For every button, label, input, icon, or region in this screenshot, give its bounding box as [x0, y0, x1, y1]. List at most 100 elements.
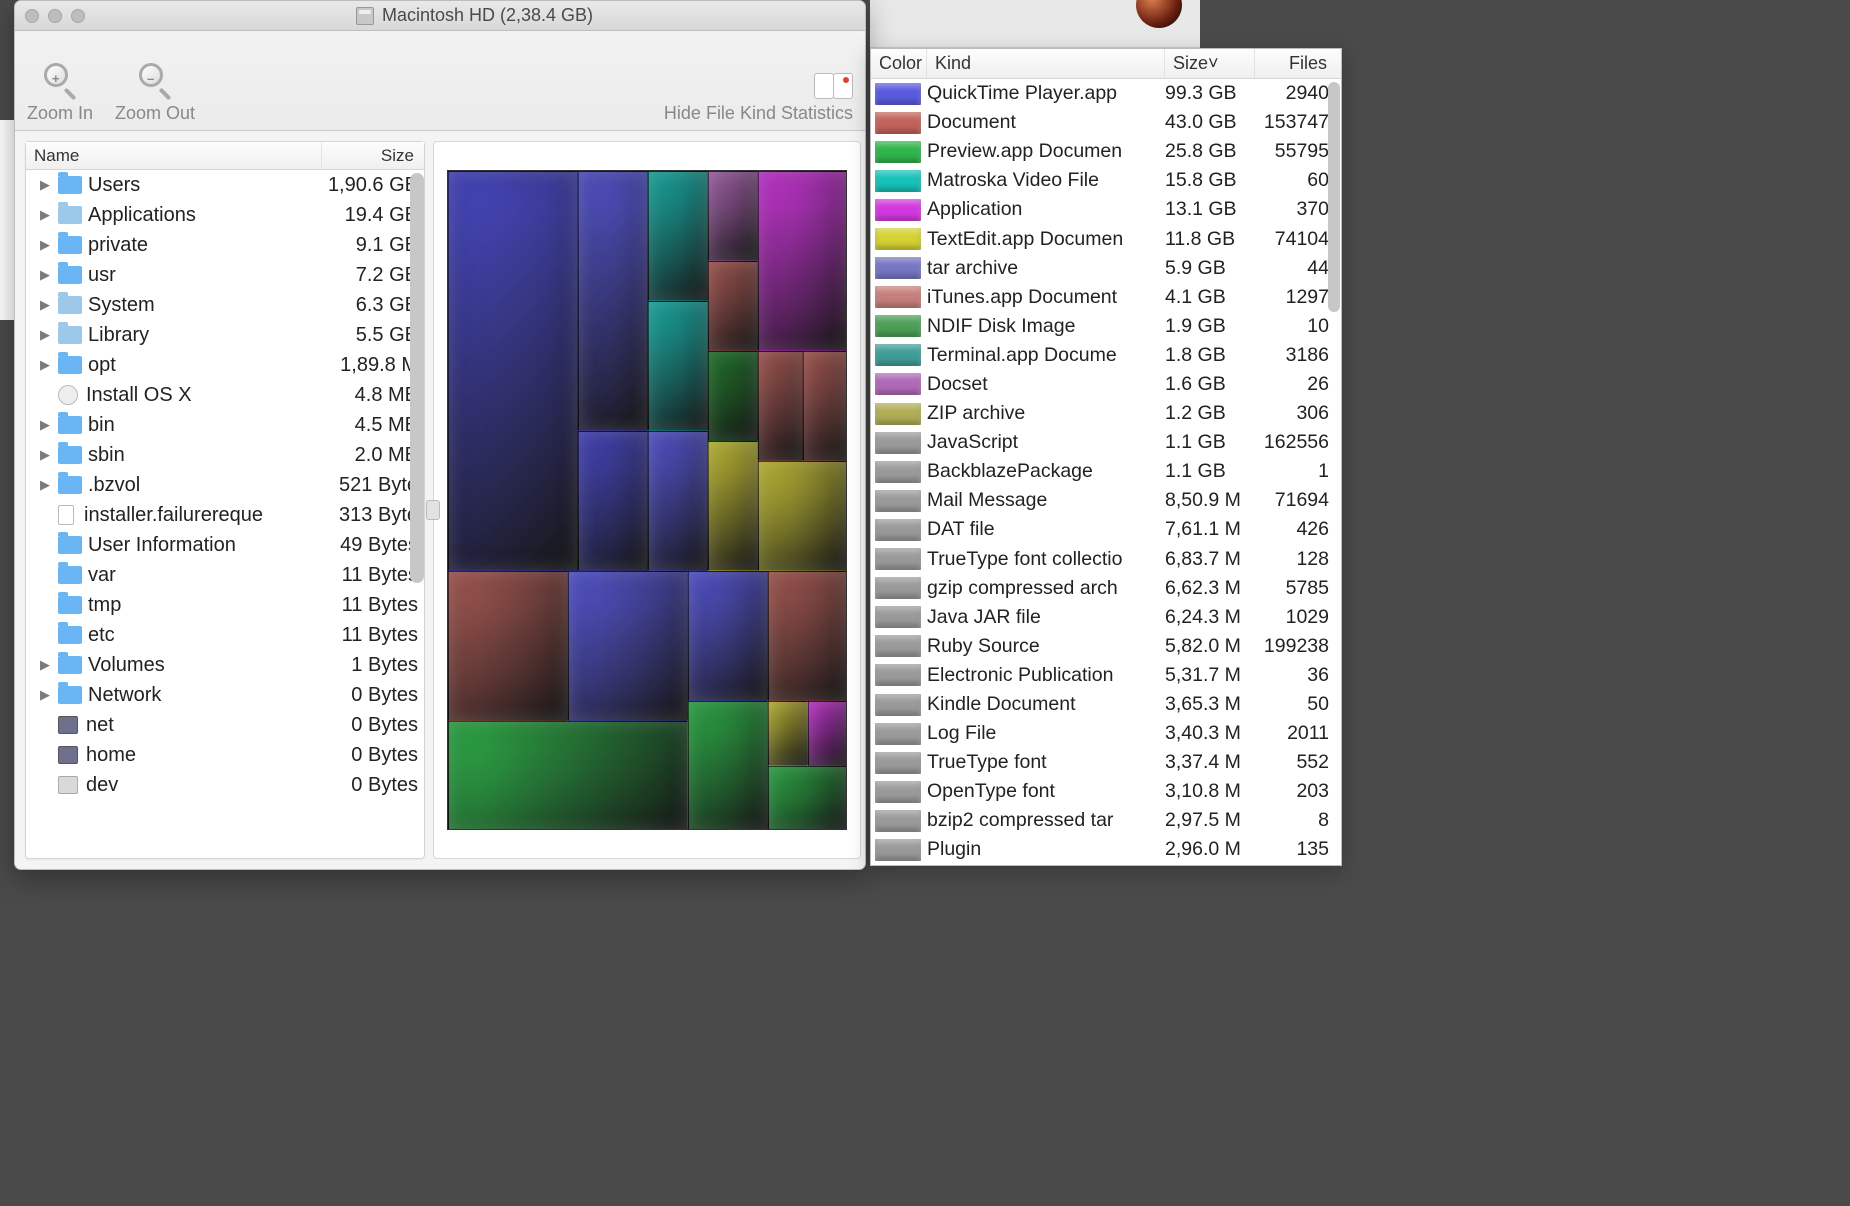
file-row[interactable]: tmp11 Bytes	[26, 590, 424, 620]
treemap-block[interactable]	[568, 571, 688, 721]
treemap-block[interactable]	[578, 171, 648, 431]
stats-columns-header[interactable]: Color Kind Size˅ Files	[871, 49, 1341, 79]
file-row[interactable]: ▶bin4.5 MB	[26, 410, 424, 440]
treemap-block[interactable]	[758, 351, 803, 461]
stats-row[interactable]: NDIF Disk Image1.9 GB10	[871, 312, 1341, 341]
treemap-block[interactable]	[648, 301, 708, 431]
treemap-block[interactable]	[688, 701, 768, 830]
treemap-block[interactable]	[448, 171, 578, 571]
treemap-block[interactable]	[708, 261, 758, 351]
stats-row[interactable]: Plugin2,96.0 M135	[871, 835, 1341, 864]
file-row[interactable]: ▶Users1,90.6 GB	[26, 170, 424, 200]
file-row[interactable]: ▶Library5.5 GB	[26, 320, 424, 350]
disclosure-triangle-icon[interactable]: ▶	[38, 297, 52, 313]
stats-row[interactable]: Java JAR file6,24.3 M1029	[871, 603, 1341, 632]
file-row[interactable]: ▶sbin2.0 MB	[26, 440, 424, 470]
stats-row[interactable]: Mail Message8,50.9 M71694	[871, 486, 1341, 515]
file-row[interactable]: ▶opt1,89.8 M	[26, 350, 424, 380]
treemap-block[interactable]	[448, 721, 688, 830]
disclosure-triangle-icon[interactable]: ▶	[38, 477, 52, 493]
treemap-block[interactable]	[578, 431, 648, 571]
disclosure-triangle-icon[interactable]: ▶	[38, 417, 52, 433]
minimize-traffic-light[interactable]	[48, 9, 62, 23]
treemap-block[interactable]	[648, 431, 708, 571]
disclosure-triangle-icon[interactable]: ▶	[38, 357, 52, 373]
treemap-block[interactable]	[448, 571, 568, 721]
stats-row[interactable]: Kindle Document3,65.3 M50	[871, 690, 1341, 719]
hide-statistics-button[interactable]: Hide File Kind Statistics	[664, 73, 853, 124]
stats-row[interactable]: Application13.1 GB370	[871, 195, 1341, 224]
file-columns-header[interactable]: Name Size	[26, 142, 424, 170]
stats-row[interactable]: Document43.0 GB153747	[871, 108, 1341, 137]
stats-row[interactable]: tar archive5.9 GB44	[871, 254, 1341, 283]
disclosure-triangle-icon[interactable]: ▶	[38, 237, 52, 253]
stats-row[interactable]: gzip compressed arch6,62.3 M5785	[871, 574, 1341, 603]
file-row[interactable]: Install OS X4.8 MB	[26, 380, 424, 410]
stats-row[interactable]: Log File3,40.3 M2011	[871, 719, 1341, 748]
file-row[interactable]: dev0 Bytes	[26, 770, 424, 800]
stats-row[interactable]: Preview.app Documen25.8 GB55795	[871, 137, 1341, 166]
column-color[interactable]: Color	[871, 49, 927, 78]
stats-row[interactable]: JavaScript1.1 GB162556	[871, 428, 1341, 457]
zoom-traffic-light[interactable]	[71, 9, 85, 23]
zoom-in-button[interactable]: + Zoom In	[27, 59, 93, 124]
file-row[interactable]: var11 Bytes	[26, 560, 424, 590]
column-kind[interactable]: Kind	[927, 49, 1165, 78]
file-row[interactable]: User Information49 Bytes	[26, 530, 424, 560]
stats-row[interactable]: DAT file7,61.1 M426	[871, 515, 1341, 544]
column-size[interactable]: Size	[322, 142, 424, 169]
stats-row[interactable]: Terminal.app Docume1.8 GB3186	[871, 341, 1341, 370]
file-row[interactable]: net0 Bytes	[26, 710, 424, 740]
stats-row[interactable]: TrueType font3,37.4 M552	[871, 748, 1341, 777]
treemap-splitter-handle[interactable]	[426, 500, 440, 520]
stats-row[interactable]: Ruby Source5,82.0 M199238	[871, 632, 1341, 661]
scrollbar-thumb[interactable]	[410, 173, 424, 583]
column-name[interactable]: Name	[26, 142, 322, 169]
treemap-block[interactable]	[768, 766, 847, 830]
stats-row[interactable]: Electronic Publication5,31.7 M36	[871, 661, 1341, 690]
stats-row[interactable]: Matroska Video File15.8 GB60	[871, 166, 1341, 195]
file-row[interactable]: ▶System6.3 GB	[26, 290, 424, 320]
treemap-block[interactable]	[808, 701, 847, 766]
file-row[interactable]: etc11 Bytes	[26, 620, 424, 650]
disclosure-triangle-icon[interactable]: ▶	[38, 687, 52, 703]
disclosure-triangle-icon[interactable]: ▶	[38, 267, 52, 283]
treemap-block[interactable]	[708, 171, 758, 261]
treemap-block[interactable]	[708, 351, 758, 441]
file-row[interactable]: ▶.bzvol521 Byte	[26, 470, 424, 500]
disclosure-triangle-icon[interactable]: ▶	[38, 657, 52, 673]
treemap-block[interactable]	[768, 701, 808, 766]
treemap-block[interactable]	[803, 351, 847, 461]
file-list[interactable]: ▶Users1,90.6 GB▶Applications19.4 GB▶priv…	[26, 170, 424, 858]
file-row[interactable]: ▶usr7.2 GB	[26, 260, 424, 290]
treemap-block[interactable]	[758, 461, 847, 571]
treemap-block[interactable]	[688, 571, 768, 701]
disclosure-triangle-icon[interactable]: ▶	[38, 207, 52, 223]
stats-list[interactable]: QuickTime Player.app99.3 GB2940Document4…	[871, 79, 1341, 865]
stats-row[interactable]: bzip2 compressed tar2,97.5 M8	[871, 806, 1341, 835]
disclosure-triangle-icon[interactable]: ▶	[38, 447, 52, 463]
stats-row[interactable]: OpenType font3,10.8 M203	[871, 777, 1341, 806]
zoom-out-button[interactable]: – Zoom Out	[115, 59, 195, 124]
treemap-block[interactable]	[648, 171, 708, 301]
file-row[interactable]: home0 Bytes	[26, 740, 424, 770]
treemap-canvas[interactable]	[447, 170, 847, 830]
stats-row[interactable]: iTunes.app Document4.1 GB1297	[871, 283, 1341, 312]
stats-row[interactable]: QuickTime Player.app99.3 GB2940	[871, 79, 1341, 108]
treemap-block[interactable]	[758, 171, 847, 351]
treemap-block[interactable]	[708, 441, 758, 571]
file-row[interactable]: ▶Applications19.4 GB	[26, 200, 424, 230]
treemap-block[interactable]	[768, 571, 847, 701]
file-row[interactable]: ▶private9.1 GB	[26, 230, 424, 260]
column-size[interactable]: Size˅	[1165, 49, 1255, 78]
stats-row[interactable]: Docset1.6 GB26	[871, 370, 1341, 399]
disclosure-triangle-icon[interactable]: ▶	[38, 327, 52, 343]
column-files[interactable]: Files	[1255, 49, 1341, 78]
stats-row[interactable]: TrueType font collectio6,83.7 M128	[871, 545, 1341, 574]
stats-row[interactable]: BackblazePackage1.1 GB1	[871, 457, 1341, 486]
stats-row[interactable]: ZIP archive1.2 GB306	[871, 399, 1341, 428]
file-row[interactable]: ▶Network0 Bytes	[26, 680, 424, 710]
window-titlebar[interactable]: Macintosh HD (2,38.4 GB)	[15, 1, 865, 31]
treemap-panel[interactable]	[433, 141, 861, 859]
scrollbar-thumb[interactable]	[1328, 82, 1340, 312]
